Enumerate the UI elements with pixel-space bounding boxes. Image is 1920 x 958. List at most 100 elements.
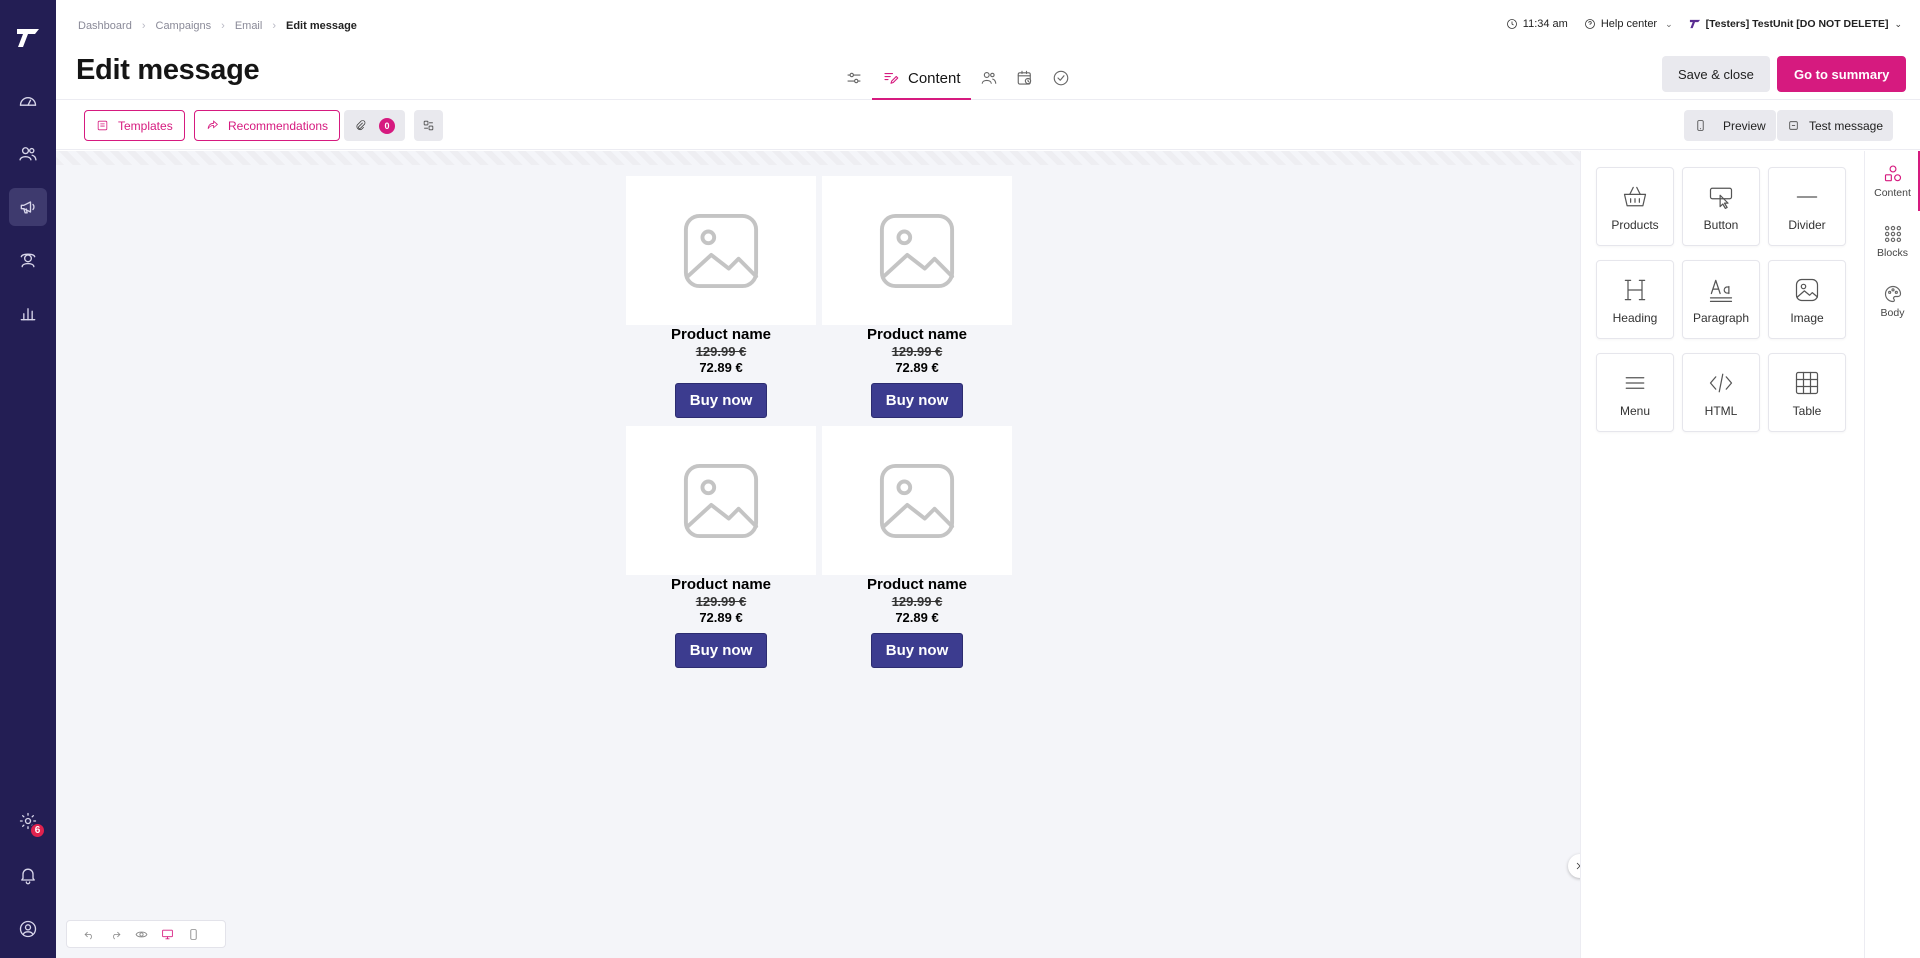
redo-button[interactable] bbox=[103, 923, 127, 945]
tile-paragraph[interactable]: Paragraph bbox=[1682, 260, 1760, 339]
image-placeholder-icon bbox=[683, 213, 759, 288]
layout-blocks-icon bbox=[423, 120, 434, 131]
buy-now-button[interactable]: Buy now bbox=[871, 633, 963, 668]
email-canvas[interactable]: Product name 129.99 € 72.89 € Buy now Pr… bbox=[56, 151, 1580, 958]
analytics-chart-icon[interactable] bbox=[9, 294, 47, 332]
step-settings[interactable] bbox=[836, 56, 872, 100]
step-content[interactable]: Content bbox=[872, 56, 971, 100]
save-close-button[interactable]: Save & close bbox=[1662, 56, 1770, 92]
sliders-icon bbox=[847, 72, 861, 84]
tile-label: Divider bbox=[1788, 218, 1826, 232]
dashboard-icon[interactable] bbox=[9, 82, 47, 120]
edit-content-icon bbox=[884, 72, 899, 84]
check-circle-icon bbox=[1053, 70, 1068, 86]
help-center-link[interactable]: Help center ⌄ bbox=[1584, 18, 1673, 30]
audience-icon[interactable] bbox=[9, 135, 47, 173]
clock: 11:34 am bbox=[1506, 18, 1568, 30]
tile-button[interactable]: Button bbox=[1682, 167, 1760, 246]
tab-blocks[interactable]: Blocks bbox=[1865, 211, 1920, 271]
undo-button[interactable] bbox=[77, 923, 101, 945]
settings-gear-icon[interactable]: 6 bbox=[9, 802, 47, 840]
user-profile-icon[interactable] bbox=[9, 910, 47, 948]
tile-image[interactable]: Image bbox=[1768, 260, 1846, 339]
undo-icon bbox=[84, 931, 92, 939]
paperclip-icon bbox=[356, 120, 366, 131]
tile-label: Products bbox=[1611, 218, 1659, 232]
campaigns-megaphone-icon[interactable] bbox=[9, 188, 47, 226]
tab-content-label: Content bbox=[1874, 186, 1911, 199]
recommendations-button[interactable]: Recommendations bbox=[194, 110, 341, 141]
tile-menu[interactable]: Menu bbox=[1596, 353, 1674, 432]
redo-icon bbox=[112, 931, 120, 939]
divider-icon bbox=[1796, 196, 1818, 198]
automation-icon[interactable] bbox=[9, 241, 47, 279]
menu-icon bbox=[1625, 377, 1645, 389]
product-old-price: 129.99 € bbox=[891, 344, 943, 359]
desktop-view-button[interactable] bbox=[155, 923, 179, 945]
mobile-view-button[interactable] bbox=[181, 923, 205, 945]
tile-products[interactable]: Products bbox=[1596, 167, 1674, 246]
attachments-button[interactable]: 0 bbox=[344, 110, 405, 141]
tab-content[interactable]: Content bbox=[1865, 151, 1920, 211]
product-price: 72.89 € bbox=[699, 360, 743, 375]
tile-label: Heading bbox=[1612, 311, 1658, 325]
breadcrumb-campaigns[interactable]: Campaigns bbox=[156, 20, 212, 32]
header-utilities: 11:34 am Help center ⌄ [Testers] TestUni… bbox=[1490, 18, 1902, 30]
tab-body[interactable]: Body bbox=[1865, 271, 1920, 331]
test-message-icon bbox=[1789, 121, 1798, 130]
template-icon bbox=[97, 120, 108, 131]
breadcrumb: Dashboard › Campaigns › Email › Edit mes… bbox=[78, 20, 357, 32]
canvas-controls bbox=[66, 920, 226, 948]
image-placeholder-icon bbox=[879, 463, 955, 538]
go-to-summary-button[interactable]: Go to summary bbox=[1777, 56, 1907, 92]
buy-now-button[interactable]: Buy now bbox=[675, 383, 767, 418]
preview-button[interactable]: Preview bbox=[1684, 110, 1776, 141]
account-switcher[interactable]: [Testers] TestUnit [DO NOT DELETE] ⌄ bbox=[1689, 18, 1902, 30]
product-old-price: 129.99 € bbox=[891, 594, 943, 609]
tab-body-label: Body bbox=[1880, 306, 1905, 319]
tile-html[interactable]: HTML bbox=[1682, 353, 1760, 432]
table-icon bbox=[1795, 371, 1819, 395]
basket-icon bbox=[1623, 186, 1647, 207]
image-placeholder-icon bbox=[683, 463, 759, 538]
bell-icon[interactable] bbox=[9, 856, 47, 894]
product-card[interactable]: Product name 129.99 € 72.89 € Buy now bbox=[626, 176, 816, 418]
product-card[interactable]: Product name 129.99 € 72.89 € Buy now bbox=[822, 176, 1012, 418]
product-image-placeholder[interactable] bbox=[626, 176, 816, 325]
layout-blocks-button[interactable] bbox=[414, 110, 443, 141]
tile-heading[interactable]: Heading bbox=[1596, 260, 1674, 339]
product-name: Product name bbox=[866, 326, 968, 343]
code-icon bbox=[1709, 373, 1733, 393]
product-price: 72.89 € bbox=[895, 610, 939, 625]
step-schedule[interactable] bbox=[1007, 56, 1043, 100]
product-image-placeholder[interactable] bbox=[822, 426, 1012, 575]
product-name: Product name bbox=[670, 326, 772, 343]
tile-divider[interactable]: Divider bbox=[1768, 167, 1846, 246]
test-message-label: Test message bbox=[1809, 118, 1884, 133]
clock-icon bbox=[1506, 19, 1517, 29]
step-audience[interactable] bbox=[971, 56, 1007, 100]
buy-now-button[interactable]: Buy now bbox=[675, 633, 767, 668]
product-price: 72.89 € bbox=[895, 360, 939, 375]
tile-label: Paragraph bbox=[1692, 311, 1750, 325]
templates-button[interactable]: Templates bbox=[84, 110, 185, 141]
tile-table[interactable]: Table bbox=[1768, 353, 1846, 432]
tile-label: Table bbox=[1792, 404, 1822, 418]
tile-label: Menu bbox=[1619, 404, 1651, 418]
product-old-price: 129.99 € bbox=[695, 594, 747, 609]
product-image-placeholder[interactable] bbox=[822, 176, 1012, 325]
page-title: Edit message bbox=[76, 54, 260, 86]
step-summary[interactable] bbox=[1043, 56, 1079, 100]
breadcrumb-dashboard[interactable]: Dashboard bbox=[78, 20, 132, 32]
page-header: Dashboard › Campaigns › Email › Edit mes… bbox=[56, 0, 1920, 100]
preview-toggle-button[interactable] bbox=[129, 923, 153, 945]
left-nav-bottom: 6 bbox=[0, 786, 56, 948]
buy-now-button[interactable]: Buy now bbox=[871, 383, 963, 418]
breadcrumb-email[interactable]: Email bbox=[235, 20, 263, 32]
product-card[interactable]: Product name 129.99 € 72.89 € Buy now bbox=[822, 426, 1012, 668]
brand-logo-icon[interactable] bbox=[14, 24, 42, 52]
product-image-placeholder[interactable] bbox=[626, 426, 816, 575]
product-card[interactable]: Product name 129.99 € 72.89 € Buy now bbox=[626, 426, 816, 668]
test-message-button[interactable]: Test message bbox=[1777, 110, 1894, 141]
product-name: Product name bbox=[866, 576, 968, 593]
